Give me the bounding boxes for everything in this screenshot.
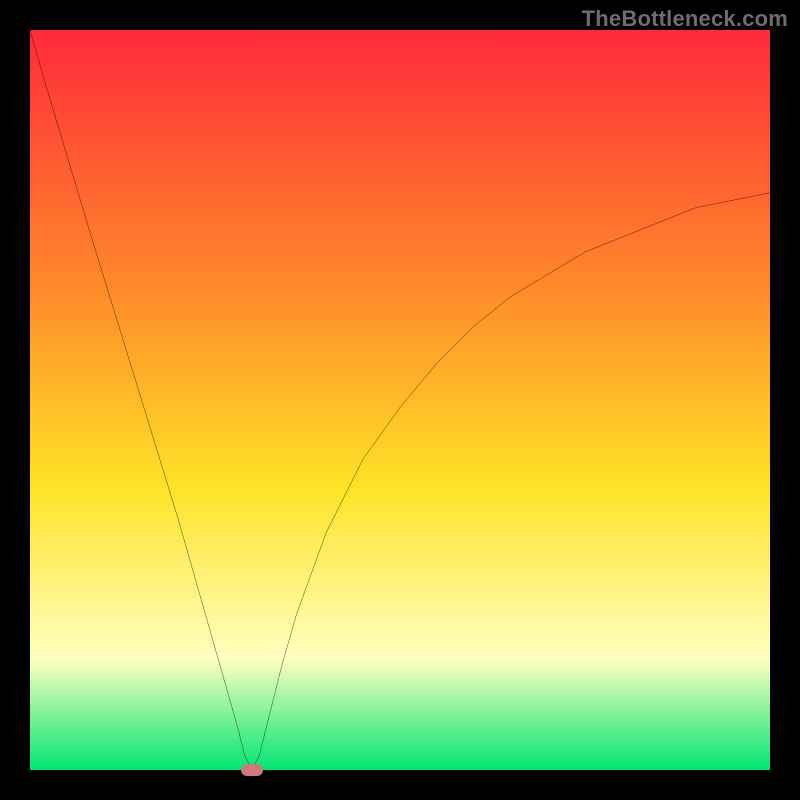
optimal-point-marker: [241, 764, 263, 776]
chart-stage: TheBottleneck.com: [0, 0, 800, 800]
watermark-text: TheBottleneck.com: [582, 6, 788, 32]
plot-area: [30, 30, 770, 770]
background-gradient: [30, 30, 770, 770]
